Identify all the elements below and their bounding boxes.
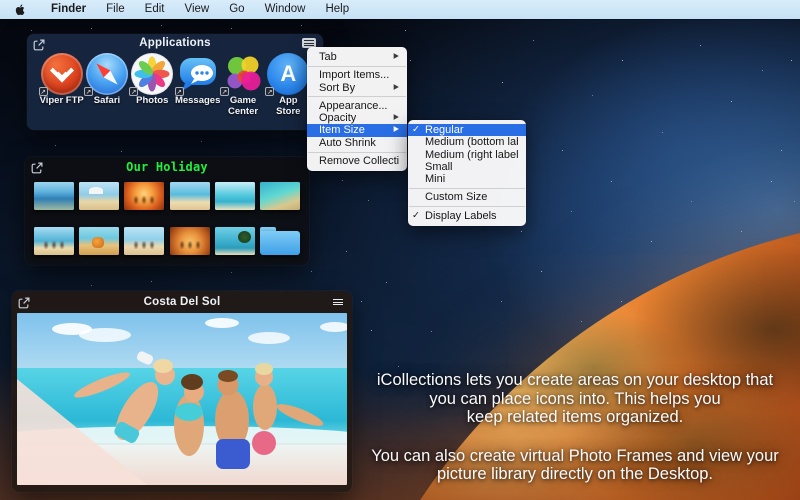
menu-item-label: Regular: [425, 124, 464, 136]
alias-badge-icon: ↗: [265, 87, 274, 96]
menu-item-sort-by[interactable]: Sort By ▶: [307, 82, 407, 94]
submenu-item-regular[interactable]: ✓ Regular: [408, 124, 526, 136]
submenu-item-display-labels[interactable]: ✓ Display Labels: [408, 210, 526, 222]
menu-item-tab[interactable]: Tab ▶: [307, 51, 407, 63]
menu-item-label: Tab: [319, 51, 337, 63]
menu-item-label: Appearance...: [319, 100, 388, 112]
beach-photo[interactable]: [17, 313, 347, 485]
app-icon-app-store[interactable]: A ↗ App Store: [266, 53, 311, 117]
alias-badge-icon: ↗: [175, 87, 184, 96]
menu-item-opacity[interactable]: Opacity ▶: [307, 112, 407, 124]
photo-thumbnail[interactable]: [260, 182, 300, 210]
menu-item-import-items[interactable]: Import Items...: [307, 69, 407, 81]
caption-line: keep related items organized.: [350, 408, 800, 427]
caption-line: iCollections lets you create areas on yo…: [350, 371, 800, 390]
menu-separator: [308, 66, 406, 67]
window-title: Applications: [27, 37, 323, 49]
alias-badge-icon: ↗: [129, 87, 138, 96]
menu-item-label: Display Labels: [425, 210, 497, 222]
app-label: App Store: [266, 96, 311, 117]
photo-thumbnail[interactable]: [215, 227, 255, 255]
submenu-arrow-icon: ▶: [394, 50, 399, 64]
menu-item-item-size[interactable]: Item Size ▶: [307, 124, 407, 136]
app-label: Messages: [175, 96, 220, 107]
window-title: Our Holiday: [25, 160, 309, 174]
app-icon-messages[interactable]: ↗ Messages: [175, 53, 220, 117]
alias-badge-icon: ↗: [39, 87, 48, 96]
submenu-arrow-icon: ▶: [394, 124, 399, 138]
photo-thumbnail[interactable]: [170, 182, 210, 210]
menubar-item-go[interactable]: Go: [219, 0, 254, 19]
photo-thumbnail[interactable]: [215, 182, 255, 210]
app-label: Viper FTP: [40, 96, 84, 107]
menu-item-label: Custom Size: [425, 191, 487, 203]
submenu-item-small[interactable]: Small: [408, 161, 526, 173]
marketing-caption: iCollections lets you create areas on yo…: [350, 371, 800, 484]
app-icon-viper-ftp[interactable]: ↗ Viper FTP: [39, 53, 84, 117]
submenu-item-mini[interactable]: Mini: [408, 173, 526, 185]
menu-item-label: Small: [425, 161, 453, 173]
menu-item-label: Mini: [425, 173, 445, 185]
app-label: Safari: [94, 96, 120, 107]
menu-separator: [409, 206, 525, 207]
menu-item-appearance[interactable]: Appearance...: [307, 100, 407, 112]
alias-badge-icon: ↗: [220, 87, 229, 96]
window-title: Costa Del Sol: [12, 296, 352, 308]
caption-line: You can also create virtual Photo Frames…: [350, 447, 800, 466]
menu-item-label: Auto Shrink: [319, 137, 376, 149]
app-icon-safari[interactable]: ↗ Safari: [84, 53, 129, 117]
app-label: Photos: [136, 96, 168, 107]
menu-item-remove-collection[interactable]: Remove Collection: [307, 155, 407, 167]
checkmark-icon: ✓: [412, 124, 420, 136]
collection-context-menu: Tab ▶ Import Items... Sort By ▶ Appearan…: [307, 47, 407, 171]
window-titlebar[interactable]: Applications: [27, 34, 323, 51]
menubar-item-finder[interactable]: Finder: [41, 0, 96, 19]
app-label: Game Center: [228, 96, 258, 117]
menu-bar: Finder File Edit View Go Window Help: [0, 0, 800, 19]
applications-collection-window: Applications ↗ Viper FTP ↗ Safari: [27, 34, 323, 130]
photo-thumbnail[interactable]: [124, 182, 164, 210]
menu-separator: [308, 152, 406, 153]
window-titlebar[interactable]: Costa Del Sol: [12, 291, 352, 312]
caption-line: picture library directly on the Desktop.: [350, 465, 800, 484]
window-titlebar[interactable]: Our Holiday: [25, 157, 309, 174]
menubar-item-help[interactable]: Help: [315, 0, 359, 19]
menu-item-label: Remove Collection: [319, 155, 399, 167]
submenu-item-medium-right-label[interactable]: Medium (right label): [408, 149, 526, 161]
menu-item-label: Medium (right label): [425, 149, 518, 161]
collection-menu-button[interactable]: [331, 297, 345, 307]
submenu-item-medium-bottom-label[interactable]: Medium (bottom label): [408, 136, 526, 148]
menu-item-label: Import Items...: [319, 69, 389, 81]
menu-item-auto-shrink[interactable]: Auto Shrink: [307, 137, 407, 149]
menu-item-label: Medium (bottom label): [425, 136, 518, 148]
menubar-item-window[interactable]: Window: [255, 0, 316, 19]
menu-separator: [409, 188, 525, 189]
menu-item-label: Sort By: [319, 82, 355, 94]
holiday-collection-window: Our Holiday: [25, 157, 309, 265]
costa-photo-frame-window: Costa Del Sol: [12, 291, 352, 492]
photo-thumbnail[interactable]: [79, 182, 119, 210]
caption-line: you can place icons into. This helps you: [350, 390, 800, 409]
photo-thumbnail[interactable]: [124, 227, 164, 255]
menu-item-label: Opacity: [319, 112, 356, 124]
menu-separator: [308, 96, 406, 97]
photo-thumbnail[interactable]: [34, 182, 74, 210]
submenu-item-custom-size[interactable]: Custom Size: [408, 191, 526, 203]
app-icon-game-center[interactable]: ↗ Game Center: [220, 53, 265, 117]
menubar-item-file[interactable]: File: [96, 0, 135, 19]
app-icon-photos[interactable]: ↗ Photos: [130, 53, 175, 117]
menubar-item-edit[interactable]: Edit: [135, 0, 175, 19]
photo-thumbnail[interactable]: [170, 227, 210, 255]
photo-thumbnail[interactable]: [79, 227, 119, 255]
folder-icon[interactable]: [260, 227, 300, 255]
item-size-submenu: ✓ Regular Medium (bottom label) Medium (…: [408, 120, 526, 226]
photo-thumbnail[interactable]: [34, 227, 74, 255]
menubar-item-view[interactable]: View: [175, 0, 220, 19]
checkmark-icon: ✓: [412, 210, 420, 222]
menu-item-label: Item Size: [319, 124, 365, 136]
alias-badge-icon: ↗: [84, 87, 93, 96]
submenu-arrow-icon: ▶: [394, 81, 399, 95]
apple-menu-icon[interactable]: [14, 3, 27, 16]
